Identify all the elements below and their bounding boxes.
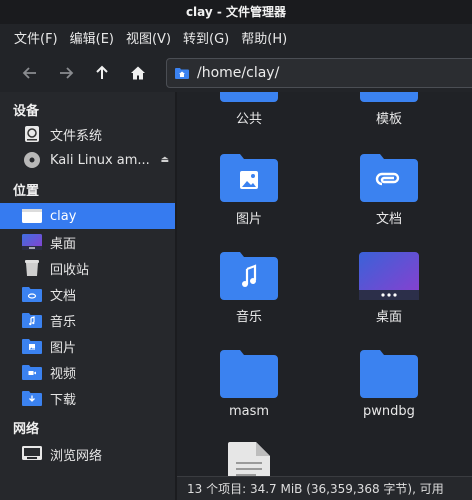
location-bar[interactable]: /home/clay/ [166,58,472,88]
file-item-masm[interactable]: masm [189,350,309,419]
file-item-label: 公共 [235,112,262,127]
sidebar-header-places: 位置 [13,184,40,199]
videos-folder-icon [22,363,42,381]
documents-folder-icon [360,154,418,202]
music-folder-icon [22,311,42,329]
file-item-templates[interactable]: 模板 [329,92,449,127]
trash-icon [22,259,42,277]
menu-help[interactable]: 帮助(H) [235,26,293,54]
sidebar-item-pictures[interactable]: 图片 [0,333,175,359]
network-icon [22,445,42,463]
file-item-text-file[interactable] [189,442,309,476]
sidebar-item-label: 图片 [50,340,77,356]
pictures-folder-icon [22,337,42,355]
arrow-left-icon [22,67,36,79]
desktop-icon [22,233,42,251]
sidebar-item-label: 桌面 [50,236,77,252]
arrow-up-icon [96,65,108,79]
folder-icon [360,350,418,398]
sidebar-item-documents[interactable]: 文档 [0,281,175,307]
file-item-label: 桌面 [375,310,402,325]
file-item-label: 模板 [375,112,402,127]
sidebar-item-trash[interactable]: 回收站 [0,255,175,281]
text-file-icon [228,442,270,476]
arrow-right-icon [60,67,74,79]
location-path: /home/clay/ [197,65,280,81]
sidebar: 设备 文件系统 Kali Linux am... ⏏ 位置 clay 桌面 回收… [0,92,175,500]
sidebar-header-devices: 设备 [13,104,40,119]
file-item-label: pwndbg [363,404,415,419]
file-item-pictures[interactable]: 图片 [189,154,309,227]
menu-file[interactable]: 文件(F) [8,26,64,54]
public-folder-icon [220,92,278,102]
sidebar-item-label: 下载 [50,392,77,408]
home-folder-icon [175,68,189,79]
window-title: clay - 文件管理器 [0,0,472,24]
downloads-folder-icon [22,389,42,407]
up-button[interactable] [84,58,120,88]
file-item-pwndbg[interactable]: pwndbg [329,350,449,419]
templates-folder-icon [360,92,418,102]
file-item-documents[interactable]: 文档 [329,154,449,227]
sidebar-item-label: clay [50,208,77,224]
sidebar-item-browse-network[interactable]: 浏览网络 [0,441,175,467]
home-icon [131,66,145,80]
sidebar-item-home[interactable]: clay [0,203,175,229]
menu-go[interactable]: 转到(G) [177,26,235,54]
status-bar: 13 个项目: 34.7 MiB (36,359,368 字节), 可用 [177,476,472,500]
file-item-label: 图片 [235,212,262,227]
sidebar-item-label: 音乐 [50,314,77,330]
sidebar-item-label: 文件系统 [50,128,103,144]
sidebar-item-label: 文档 [50,288,77,304]
menu-edit[interactable]: 编辑(E) [64,26,120,54]
sidebar-item-kali-disc[interactable]: Kali Linux am... ⏏ [0,147,175,173]
home-button[interactable] [120,58,156,88]
sidebar-item-label: 视频 [50,366,77,382]
sidebar-item-label: Kali Linux am... [50,152,150,168]
forward-button[interactable] [48,58,84,88]
file-item-desktop[interactable]: 桌面 [329,252,449,325]
sidebar-item-desktop[interactable]: 桌面 [0,229,175,255]
pictures-folder-icon [220,154,278,202]
sidebar-item-music[interactable]: 音乐 [0,307,175,333]
folder-icon [220,350,278,398]
file-item-label: 文档 [375,212,402,227]
menu-view[interactable]: 视图(V) [120,26,177,54]
file-item-label: masm [228,404,270,419]
back-button[interactable] [12,58,48,88]
menubar: 文件(F) 编辑(E) 视图(V) 转到(G) 帮助(H) [0,26,472,54]
file-item-label: 音乐 [235,310,262,325]
sidebar-item-downloads[interactable]: 下载 [0,385,175,411]
documents-folder-icon [22,285,42,303]
sidebar-item-label: 浏览网络 [50,448,103,464]
sidebar-item-label: 回收站 [50,262,90,278]
file-view: 公共 模板 图片 文档 音乐 桌面 masm pwndbg [177,92,472,476]
music-folder-icon [220,252,278,300]
file-item-public[interactable]: 公共 [189,92,309,127]
sidebar-header-network: 网络 [13,422,40,437]
sidebar-item-videos[interactable]: 视频 [0,359,175,385]
desktop-icon [359,252,419,300]
disc-icon [22,151,42,169]
drive-icon [22,125,42,143]
home-folder-icon [22,207,42,225]
file-item-music[interactable]: 音乐 [189,252,309,325]
sidebar-item-filesystem[interactable]: 文件系统 [0,121,175,147]
eject-icon[interactable]: ⏏ [160,155,169,165]
